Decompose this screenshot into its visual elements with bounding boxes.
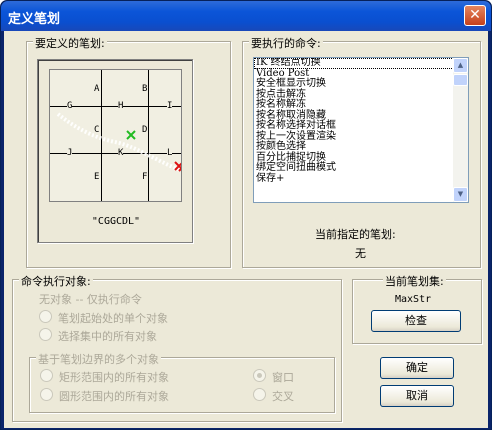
window-title: 定义笔划 bbox=[8, 12, 61, 27]
command-list-item[interactable]: 绑定空间扭曲模式 bbox=[254, 162, 468, 174]
command-list-scrollbar[interactable]: ▲ ▼ bbox=[453, 58, 468, 202]
cancel-button[interactable]: 取消 bbox=[380, 385, 454, 407]
radio-all-selected[interactable] bbox=[39, 328, 52, 341]
stroke-group: 要定义的笔划: A B G H I C D J K L E F "CGGCDL" bbox=[26, 35, 231, 268]
option-window-label[interactable]: 窗口 bbox=[272, 369, 294, 385]
scroll-thumb[interactable] bbox=[453, 74, 468, 86]
scroll-down-icon[interactable]: ▼ bbox=[453, 187, 468, 202]
stroke-end-marker-icon bbox=[174, 161, 181, 172]
dialog-window: 定义笔划 ✕ 要定义的笔划: A B G H I C D J K L E F "… bbox=[0, 0, 492, 430]
stroke-grid[interactable]: A B G H I C D J K L E F bbox=[49, 69, 182, 202]
stroke-start-marker-icon bbox=[126, 130, 136, 140]
option-rect-label[interactable]: 矩形范围内的所有对象 bbox=[59, 369, 169, 385]
option-all-selected-label[interactable]: 选择集中的所有对象 bbox=[58, 328, 157, 344]
command-list-item[interactable]: 按名称解冻 bbox=[254, 99, 468, 111]
current-stroke-label: 当前指定的笔划: bbox=[315, 228, 396, 241]
command-list-item[interactable]: 保存+ bbox=[254, 173, 468, 185]
radio-rect[interactable] bbox=[40, 369, 53, 382]
option-single-label[interactable]: 笔划起始处的单个对象 bbox=[58, 310, 168, 326]
multi-group: 基于笔划边界的多个对象 矩形范围内的所有对象 圆形范围内的所有对象 窗口 交叉 bbox=[29, 351, 335, 413]
command-list-item[interactable]: IK 终结点切换 bbox=[254, 58, 468, 69]
stroke-markers bbox=[126, 130, 181, 172]
radio-window[interactable] bbox=[253, 369, 266, 382]
command-list-item[interactable]: 按名称选择对话框 bbox=[254, 120, 468, 132]
radio-circle[interactable] bbox=[40, 388, 53, 401]
scroll-up-icon[interactable]: ▲ bbox=[453, 58, 468, 73]
option-circle-label[interactable]: 圆形范围内的所有对象 bbox=[59, 388, 169, 404]
stroke-set-group: 当前笔划集: MaxStr 检查 bbox=[352, 273, 482, 344]
title-bar[interactable]: 定义笔划 ✕ bbox=[1, 1, 491, 31]
stroke-group-label: 要定义的笔划: bbox=[33, 35, 107, 51]
dialog-body: 要定义的笔划: A B G H I C D J K L E F "CGGCDL"… bbox=[4, 31, 488, 428]
target-group-label: 命令执行对象: bbox=[19, 273, 93, 289]
option-crossing-label[interactable]: 交叉 bbox=[272, 388, 294, 404]
command-group: 要执行的命令: IK 终结点切换 Video Post 安全框显示切换 按点击解冻 按名… bbox=[242, 35, 481, 268]
stroke-set-name: MaxStr bbox=[395, 294, 432, 305]
check-button[interactable]: 检查 bbox=[371, 310, 461, 332]
command-list-item[interactable]: 按颜色选择 bbox=[254, 141, 468, 153]
multi-group-label: 基于笔划边界的多个对象 bbox=[36, 351, 161, 367]
close-button[interactable]: ✕ bbox=[464, 5, 486, 26]
command-list-item[interactable]: 安全框显示切换 bbox=[254, 78, 468, 90]
stroke-code-label: "CGGCDL" bbox=[91, 216, 141, 227]
ok-button[interactable]: 确定 bbox=[380, 357, 454, 379]
target-group: 命令执行对象: 无对象 -- 仅执行命令 笔划起始处的单个对象 选择集中的所有对… bbox=[12, 273, 342, 422]
stroke-grid-frame: A B G H I C D J K L E F "CGGCDL" bbox=[37, 59, 193, 243]
current-stroke-value: 无 bbox=[355, 247, 366, 260]
stroke-set-label: 当前笔划集: bbox=[383, 273, 446, 289]
radio-single[interactable] bbox=[39, 310, 52, 323]
command-group-label: 要执行的命令: bbox=[249, 35, 323, 51]
command-list[interactable]: IK 终结点切换 Video Post 安全框显示切换 按点击解冻 按名称解冻 按名称取消… bbox=[253, 57, 469, 203]
radio-crossing[interactable] bbox=[253, 388, 266, 401]
option-none-label[interactable]: 无对象 -- 仅执行命令 bbox=[39, 291, 142, 307]
